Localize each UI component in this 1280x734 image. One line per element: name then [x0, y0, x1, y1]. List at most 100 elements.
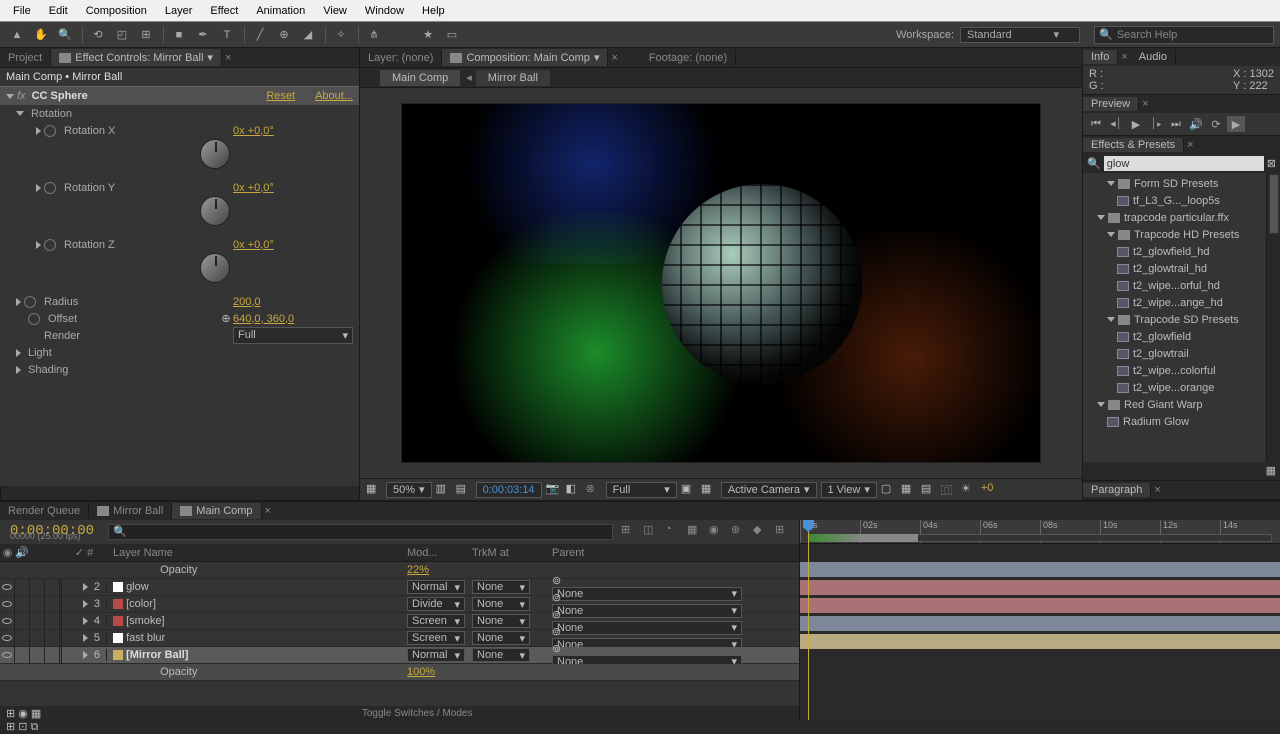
toggle-switches-icon[interactable]: ⊞ ◉ ▦ — [6, 707, 41, 720]
track-matte-select[interactable]: None▾ — [472, 648, 530, 662]
time-ruler[interactable]: 00s02s04s06s08s10s12s14s — [800, 520, 1280, 544]
eye-icon[interactable] — [2, 652, 12, 658]
graph-editor-icon[interactable]: ⊞ — [775, 523, 793, 541]
col-trkmat[interactable]: TrkM at — [472, 547, 552, 559]
eye-icon[interactable] — [2, 635, 12, 641]
stopwatch-icon[interactable] — [24, 296, 36, 308]
ram-preview-icon[interactable]: ▶ — [1227, 116, 1245, 132]
layer-name[interactable]: [Mirror Ball] — [126, 649, 188, 661]
hand-tool-icon[interactable]: ✋ — [30, 24, 52, 46]
tree-row[interactable]: t2_glowfield_hd — [1083, 243, 1266, 260]
help-search[interactable]: 🔍 Search Help — [1094, 26, 1274, 44]
brainstorm-icon[interactable]: ⊛ — [731, 523, 749, 541]
next-frame-icon[interactable]: ⏐▸ — [1147, 116, 1165, 132]
rotation-tool-icon[interactable]: ⟲ — [87, 24, 109, 46]
close-tab-icon[interactable]: × — [262, 505, 274, 517]
view-layout-select[interactable]: 1 View▾ — [821, 482, 877, 498]
layer-bar[interactable] — [800, 580, 1280, 595]
draft-3d-icon[interactable]: ◫ — [643, 523, 661, 541]
tree-row[interactable]: Form SD Presets — [1083, 175, 1266, 192]
layer-name[interactable]: [color] — [126, 598, 156, 610]
color-label[interactable] — [113, 650, 123, 660]
rotation-z-value[interactable]: 0x +0,0° — [233, 239, 353, 251]
play-icon[interactable]: ▶ — [1127, 116, 1145, 132]
twisty-icon[interactable] — [83, 617, 88, 625]
menu-effect[interactable]: Effect — [201, 3, 247, 19]
composition-tab[interactable]: Composition: Main Comp ▾ — [442, 49, 608, 66]
camera-tool-icon[interactable]: ◰ — [111, 24, 133, 46]
exposure-reset-icon[interactable]: ☀ — [961, 482, 977, 498]
tree-row[interactable]: tf_L3_G..._loop5s — [1083, 192, 1266, 209]
footer-icon[interactable]: ⊞ ⊡ ⧉ — [6, 720, 38, 734]
twisty-icon[interactable] — [1107, 317, 1115, 322]
twisty-icon[interactable] — [1097, 402, 1105, 407]
effect-controls-tab[interactable]: Effect Controls: Mirror Ball ▾ — [51, 49, 222, 66]
twisty-icon[interactable] — [83, 651, 88, 659]
track-matte-select[interactable]: None▾ — [472, 580, 530, 594]
blend-mode-select[interactable]: Normal▾ — [407, 580, 465, 594]
opacity-value[interactable]: 22% — [407, 564, 429, 576]
blend-mode-select[interactable]: Screen▾ — [407, 631, 465, 645]
twisty-icon[interactable] — [16, 298, 21, 306]
timeline-track-area[interactable]: 00s02s04s06s08s10s12s14s — [800, 520, 1280, 720]
effects-search-input[interactable] — [1104, 156, 1264, 171]
twisty-icon[interactable] — [36, 127, 41, 135]
rotation-y-dial[interactable] — [200, 196, 230, 226]
folder-icon[interactable]: ▭ — [441, 24, 463, 46]
layer-name[interactable]: [smoke] — [126, 615, 165, 627]
show-channel-icon[interactable]: ◧ — [566, 482, 582, 498]
tree-row[interactable]: t2_wipe...orful_hd — [1083, 277, 1266, 294]
scrollbar-v[interactable] — [1266, 173, 1280, 462]
color-mgmt-icon[interactable]: ⊗ — [586, 482, 602, 498]
auto-keyframe-icon[interactable]: ◆ — [753, 523, 771, 541]
prev-frame-icon[interactable]: ◂⏐ — [1107, 116, 1125, 132]
menu-layer[interactable]: Layer — [156, 3, 202, 19]
tree-row[interactable]: trapcode particular.ffx — [1083, 209, 1266, 226]
project-tab[interactable]: Project — [0, 50, 51, 66]
mute-icon[interactable]: 🔊 — [1187, 116, 1205, 132]
stopwatch-icon[interactable] — [44, 239, 56, 251]
twisty-icon[interactable] — [16, 366, 21, 374]
close-tab-icon[interactable]: × — [222, 52, 234, 64]
twisty-icon[interactable] — [36, 184, 41, 192]
footage-tab[interactable]: Footage: (none) — [641, 50, 736, 66]
rotation-x-dial[interactable] — [200, 139, 230, 169]
layer-bar[interactable] — [800, 598, 1280, 613]
puppet-tool-icon[interactable]: ⋔ — [363, 24, 385, 46]
resolution-select[interactable]: Full▾ — [606, 482, 677, 498]
comp-mini-flowchart-icon[interactable]: ⊞ — [621, 523, 639, 541]
roto-brush-tool-icon[interactable]: ✧ — [330, 24, 352, 46]
color-label[interactable] — [113, 616, 123, 626]
hide-shy-icon[interactable]: ◔ — [665, 523, 683, 541]
always-preview-icon[interactable]: ▦ — [366, 482, 382, 498]
rotation-x-value[interactable]: 0x +0,0° — [233, 125, 353, 137]
tree-row[interactable]: Trapcode SD Presets — [1083, 311, 1266, 328]
layer-bar[interactable] — [800, 616, 1280, 631]
main-comp-subtab[interactable]: Main Comp — [380, 70, 460, 86]
preview-tab[interactable]: Preview — [1083, 97, 1139, 111]
roi-icon[interactable]: ▣ — [681, 482, 697, 498]
scrollbar-h[interactable] — [0, 486, 359, 500]
zoom-select[interactable]: 50%▾ — [386, 482, 432, 498]
twisty-icon[interactable] — [1107, 232, 1115, 237]
close-icon[interactable]: × — [1151, 484, 1163, 496]
snapshot-icon[interactable]: 📷 — [546, 482, 562, 498]
twisty-icon[interactable] — [1107, 181, 1115, 186]
layer-name[interactable]: fast blur — [126, 632, 165, 644]
stopwatch-icon[interactable] — [44, 182, 56, 194]
tree-row[interactable]: t2_wipe...colorful — [1083, 362, 1266, 379]
twisty-icon[interactable] — [6, 94, 14, 99]
clear-search-icon[interactable]: ⊠ — [1267, 157, 1276, 170]
pan-behind-tool-icon[interactable]: ⊞ — [135, 24, 157, 46]
pickwhip-icon[interactable]: ⊚ — [552, 609, 561, 621]
track-matte-select[interactable]: None▾ — [472, 614, 530, 628]
twisty-icon[interactable] — [36, 241, 41, 249]
color-label[interactable] — [113, 582, 123, 592]
text-tool-icon[interactable]: T — [216, 24, 238, 46]
menu-edit[interactable]: Edit — [40, 3, 77, 19]
fx-badge-icon[interactable]: fx — [17, 90, 26, 102]
motion-blur-icon[interactable]: ◉ — [709, 523, 727, 541]
menu-file[interactable]: File — [4, 3, 40, 19]
pen-tool-icon[interactable]: ✒ — [192, 24, 214, 46]
camera-select[interactable]: Active Camera▾ — [721, 482, 817, 498]
